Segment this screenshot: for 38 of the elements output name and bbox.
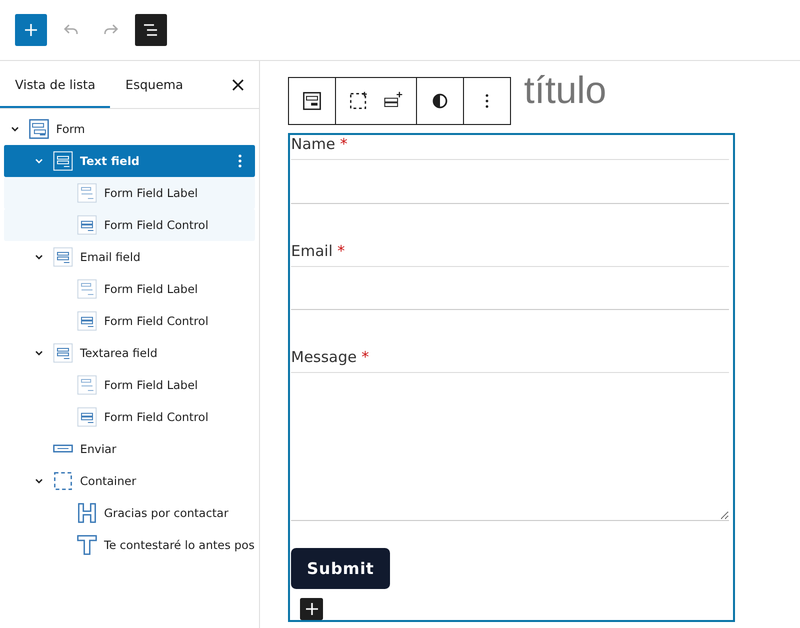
tree-item[interactable]: Form Field Label [4,369,255,401]
tree-item[interactable]: Te contestaré lo antes pos [4,529,255,561]
tree-item[interactable]: Container [4,465,255,497]
field-icon[interactable] [301,90,323,112]
page-title[interactable]: título [524,69,606,113]
dashed-box-icon [52,470,74,492]
tree-item[interactable]: Form Field Control [4,209,255,241]
tree-item[interactable]: Form Field Label [4,273,255,305]
tree-item[interactable]: Enviar [4,433,255,465]
plus-icon[interactable] [304,602,318,616]
tree-item[interactable]: Form Field Control [4,305,255,337]
tree-item[interactable]: Form Field Control [4,401,255,433]
list-view-button[interactable] [135,14,167,46]
tree-item[interactable]: Gracias por contactar [4,497,255,529]
control-icon [76,406,98,428]
control-icon [76,310,98,332]
field-icon [52,246,74,268]
tab[interactable]: Vista de lista [0,61,110,108]
close-icon[interactable] [231,78,245,92]
text-icon [76,534,98,556]
label-icon [76,278,98,300]
tree-item[interactable]: Email field [4,241,255,273]
submit-button[interactable]: Submit [291,548,390,590]
form-block-frame[interactable]: Name * Email * Message * Submit [288,133,735,622]
heading-icon [76,502,98,524]
tree-item[interactable]: Form Field Label [4,177,255,209]
label-icon [76,374,98,396]
tree-item[interactable]: Form [4,113,255,145]
field-icon [52,150,74,172]
form-icon [28,118,50,140]
control-icon [76,214,98,236]
group-icon[interactable] [348,90,370,112]
label-icon [76,182,98,204]
field-icon [52,342,74,364]
tree-item[interactable]: Textarea field [4,337,255,369]
list-view-icon[interactable] [142,21,160,39]
add-block-button[interactable] [300,598,323,620]
tab[interactable]: Esquema [110,61,198,108]
